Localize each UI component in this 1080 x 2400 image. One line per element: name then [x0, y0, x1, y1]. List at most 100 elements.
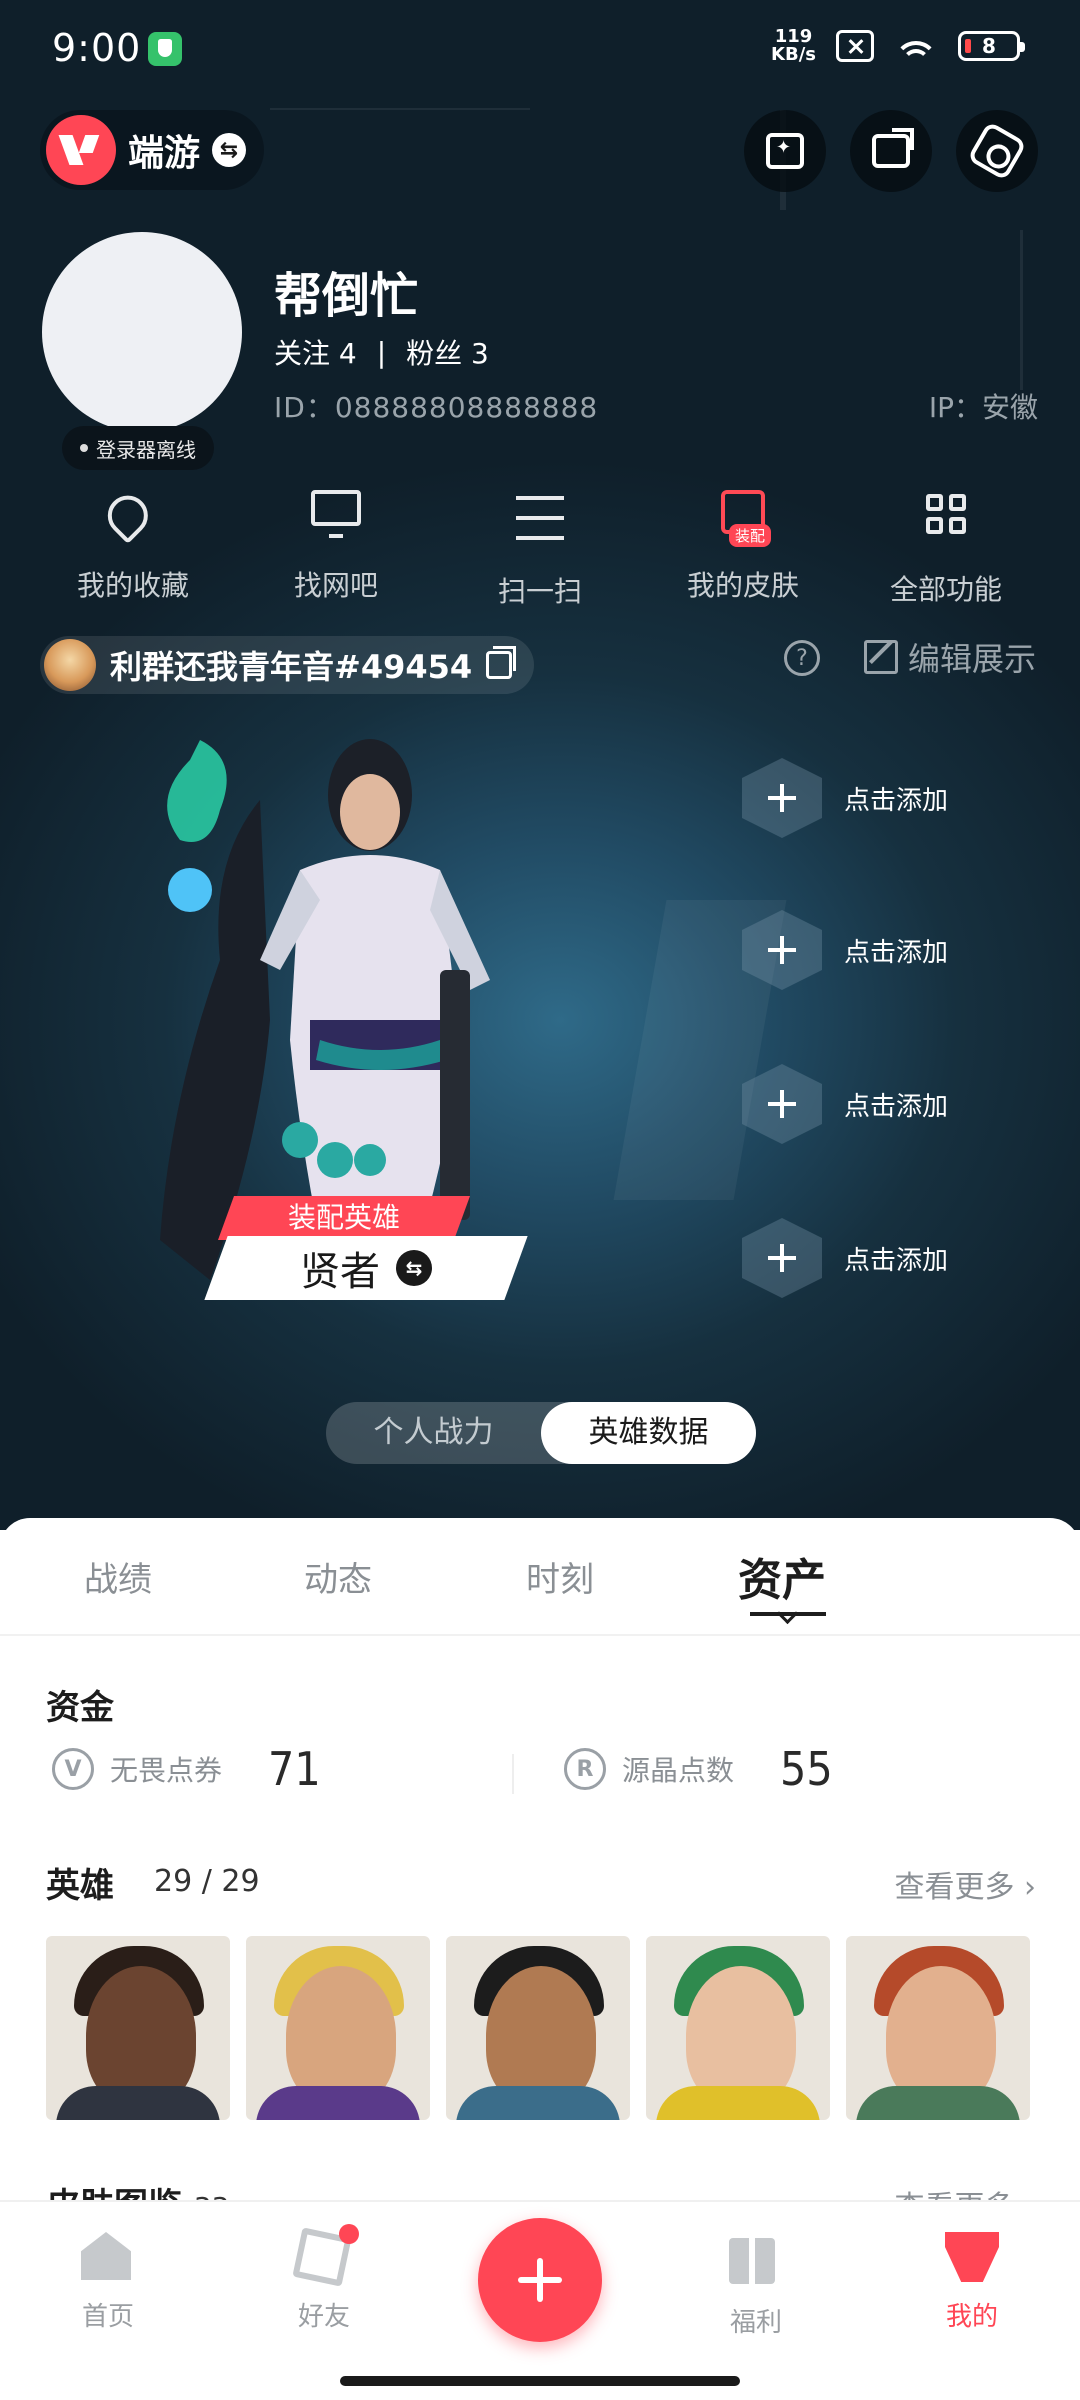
quick-find-cafe[interactable]: 找网吧 [236, 490, 436, 604]
tab-moments[interactable]: 时刻 [526, 1552, 594, 1601]
share-button[interactable] [850, 110, 932, 192]
notification-dot [339, 2224, 359, 2244]
tab-assets[interactable]: 资产 [738, 1544, 826, 1608]
hero-card[interactable] [446, 1936, 630, 2120]
fund-radianite: R 源晶点数 55 [564, 1742, 833, 1796]
funds-row: V 无畏点券 71 R 源晶点数 55 [46, 1742, 1036, 1812]
hero-card[interactable] [246, 1936, 430, 2120]
status-dot-icon [80, 444, 88, 452]
follow-stats: 关注 4 | 粉丝 3 [274, 332, 489, 372]
add-slot-4[interactable]: 点击添加 [742, 1218, 948, 1298]
game-switcher[interactable]: 端游 ⇆ [40, 110, 265, 190]
profile-tabs: 战绩 动态 时刻 资产 [0, 1530, 1080, 1630]
edit-display-label: 编辑展示 [908, 640, 1037, 678]
ip-location: IP：安徽 [928, 391, 1038, 424]
status-bar: 9:00 119 KB/s 8 [0, 0, 1080, 100]
quick-label: 我的皮肤 [686, 569, 799, 602]
add-slot-2[interactable]: 点击添加 [742, 910, 948, 990]
battery-level: 8 [982, 34, 996, 58]
plus-icon [742, 1064, 822, 1144]
settings-icon [966, 120, 1028, 182]
share-icon [872, 134, 910, 168]
speed-unit: KB/s [771, 44, 816, 65]
toggle-hero-data[interactable]: 英雄数据 [541, 1402, 756, 1464]
equipped-hero-label: 装配英雄 [287, 1201, 400, 1234]
scan-icon [516, 496, 564, 540]
quick-label: 全部功能 [889, 573, 1002, 606]
home-indicator[interactable] [340, 2376, 740, 2386]
quick-all-features[interactable]: 全部功能 [846, 490, 1046, 608]
username: 帮倒忙 [274, 268, 419, 324]
add-slot-3[interactable]: 点击添加 [742, 1064, 948, 1144]
toggle-personal-power[interactable]: 个人战力 [326, 1402, 541, 1464]
quick-my-skins[interactable]: 装配 我的皮肤 [643, 490, 843, 604]
edit-icon [864, 640, 898, 674]
swap-icon: ⇆ [396, 1250, 432, 1286]
hero-card[interactable] [846, 1936, 1030, 2120]
valorant-logo-icon [46, 115, 116, 185]
stats-separator: | [376, 335, 387, 369]
quick-favorites[interactable]: 我的收藏 [33, 487, 233, 604]
heroes-count: 29 / 29 [154, 1864, 260, 1899]
game-account-pill[interactable]: 利群还我青年音#49454 [40, 636, 535, 694]
avatar[interactable] [42, 232, 242, 432]
battery-icon: 8 [958, 31, 1025, 61]
quick-scan[interactable]: 扫一扫 [440, 490, 640, 610]
skin-badge: 装配 [729, 524, 772, 547]
slot-label: 点击添加 [844, 1245, 949, 1276]
funds-title: 资金 [46, 1688, 114, 1728]
following-count[interactable]: 关注 4 [274, 332, 357, 372]
hero-name: 贤者 [300, 1249, 380, 1295]
heart-icon [99, 487, 157, 544]
heroes-more-link[interactable]: 查看更多 › [894, 1862, 1036, 1906]
fans-count[interactable]: 粉丝 3 [406, 332, 489, 372]
fund-label: 无畏点券 [110, 1754, 223, 1787]
heroes-title: 英雄 [46, 1866, 114, 1906]
game-account-name: 利群还我青年音#49454 [110, 648, 473, 686]
divider [0, 1634, 1080, 1636]
create-post-button[interactable] [478, 2218, 602, 2342]
valor-points-icon: V [52, 1748, 94, 1790]
nav-welfare[interactable]: 福利 [696, 2232, 816, 2339]
skin-icon: 装配 [721, 490, 772, 547]
me-icon [945, 2232, 999, 2282]
hero-name-switch[interactable]: 贤者 ⇆ [204, 1236, 528, 1300]
copy-icon[interactable] [486, 646, 517, 679]
sim-off-icon [836, 30, 874, 62]
plus-icon [742, 1218, 822, 1298]
tab-indicator [750, 1612, 826, 1616]
plus-icon [742, 910, 822, 990]
add-slot-1[interactable]: 点击添加 [742, 758, 948, 838]
quick-actions: 我的收藏 找网吧 扫一扫 装配 我的皮肤 全部功能 [0, 487, 1080, 610]
stats-toggle: 个人战力 英雄数据 [326, 1402, 756, 1464]
nav-me[interactable]: 我的 [912, 2232, 1032, 2333]
gift-icon [729, 2238, 775, 2284]
nav-label: 福利 [729, 2308, 782, 2338]
nav-label: 我的 [945, 2302, 998, 2332]
card-edit-button[interactable] [744, 110, 826, 192]
fund-vp: V 无畏点券 71 [52, 1742, 321, 1796]
nav-home[interactable]: 首页 [48, 2232, 168, 2333]
network-speed: 119 KB/s [771, 28, 816, 64]
radianite-icon: R [564, 1748, 606, 1790]
hero-card[interactable] [46, 1936, 230, 2120]
fund-label: 源晶点数 [622, 1754, 735, 1787]
nav-friends[interactable]: 好友 [264, 2224, 384, 2333]
user-id: ID：08888808888888 [274, 391, 599, 424]
fund-separator [512, 1754, 514, 1794]
settings-button[interactable] [956, 110, 1038, 192]
monitor-icon [311, 490, 361, 538]
game-name: 端游 [128, 133, 201, 174]
slot-label: 点击添加 [844, 937, 949, 968]
shield-icon [148, 32, 182, 66]
edit-display-button[interactable]: 编辑展示 [864, 634, 1036, 680]
decor-line [1020, 230, 1023, 390]
status-time: 9:00 [52, 26, 142, 70]
tab-activity[interactable]: 动态 [304, 1552, 372, 1601]
help-icon[interactable]: ? [784, 640, 820, 676]
sparkle-edit-icon [766, 133, 804, 169]
hero-card[interactable] [646, 1936, 830, 2120]
card-avatar [44, 639, 96, 691]
quick-label: 找网吧 [293, 569, 378, 602]
tab-record[interactable]: 战绩 [84, 1552, 152, 1601]
